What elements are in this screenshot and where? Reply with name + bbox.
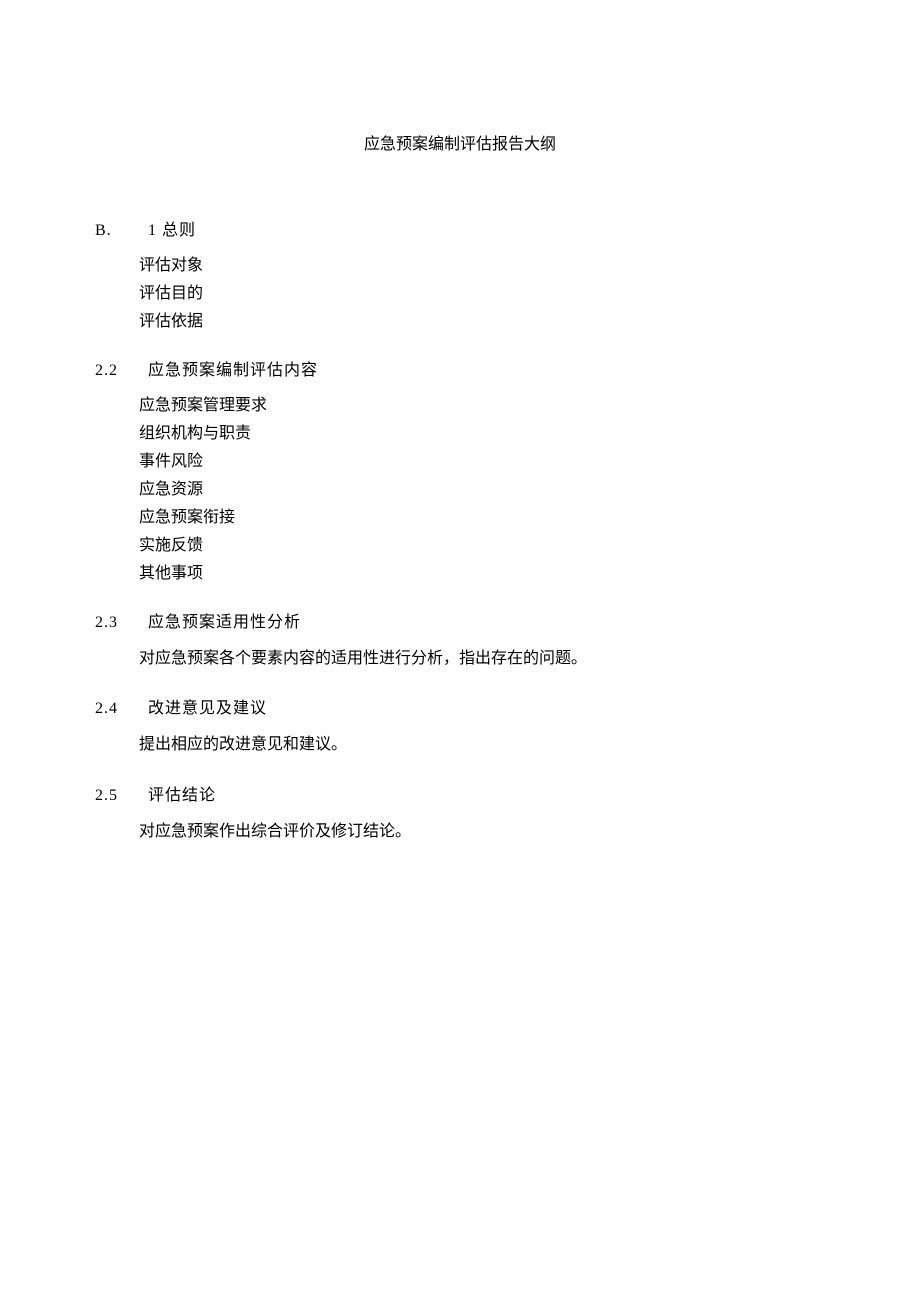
list-item: 评估依据 [139, 308, 825, 336]
list-item: 评估目的 [139, 280, 825, 308]
section-heading: 2.4 改进意见及建议 [95, 694, 825, 718]
section-number: 2.3 [95, 614, 143, 632]
section-label: 改进意见及建议 [148, 700, 267, 717]
section-label: 评估结论 [148, 787, 216, 804]
section-heading: B. 1 总则 [95, 216, 825, 240]
list-item: 应急预案管理要求 [139, 392, 825, 420]
list-item: 应急资源 [139, 476, 825, 504]
section-body: 对应急预案各个要素内容的适用性进行分析，指出存在的问题。 [95, 644, 825, 674]
list-item: 评估对象 [139, 252, 825, 280]
section-body: 提出相应的改进意见和建议。 [95, 730, 825, 760]
list-item: 实施反馈 [139, 532, 825, 560]
section-label: 1 总则 [148, 222, 196, 239]
document-title: 应急预案编制评估报告大纲 [95, 130, 825, 154]
section-number: B. [95, 222, 143, 240]
section-label: 应急预案适用性分析 [148, 614, 301, 631]
section-number: 2.2 [95, 362, 143, 380]
section-list: 应急预案管理要求 组织机构与职责 事件风险 应急资源 应急预案衔接 实施反馈 其… [95, 392, 825, 588]
section-number: 2.4 [95, 700, 143, 718]
section-number: 2.5 [95, 787, 143, 805]
section-heading: 2.5 评估结论 [95, 781, 825, 805]
list-item: 其他事项 [139, 560, 825, 588]
section-body: 对应急预案作出综合评价及修订结论。 [95, 817, 825, 847]
section-heading: 2.3 应急预案适用性分析 [95, 608, 825, 632]
list-item: 组织机构与职责 [139, 420, 825, 448]
list-item: 事件风险 [139, 448, 825, 476]
section-label: 应急预案编制评估内容 [148, 362, 318, 379]
list-item: 应急预案衔接 [139, 504, 825, 532]
section-heading: 2.2 应急预案编制评估内容 [95, 356, 825, 380]
section-list: 评估对象 评估目的 评估依据 [95, 252, 825, 336]
